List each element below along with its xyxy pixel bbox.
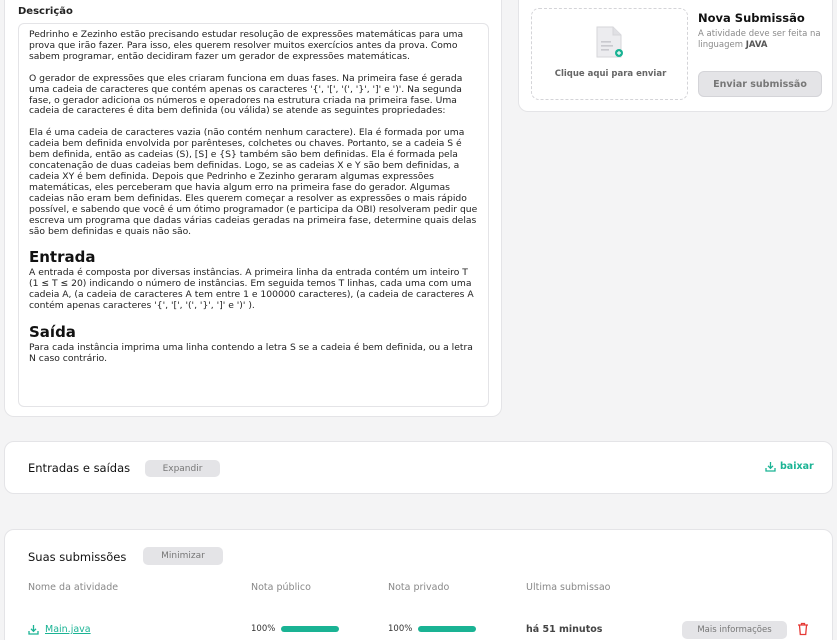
submissions-card: Suas submissões Minimizar Nome da ativid… — [4, 529, 833, 640]
file-add-icon — [596, 26, 623, 58]
description-paragraph: O gerador de expressões que eles criaram… — [29, 72, 463, 117]
input-heading: Entrada — [29, 248, 96, 267]
minimize-button[interactable]: Minimizar — [143, 547, 223, 565]
private-score-cell: 100% — [388, 624, 477, 634]
upload-dropzone[interactable]: Clique aqui para enviar — [531, 8, 688, 100]
private-score-bar — [418, 626, 477, 632]
submission-file-cell[interactable]: Main.java — [28, 624, 91, 635]
send-submission-button[interactable]: Enviar submissão — [698, 71, 822, 97]
private-score-text: 100% — [388, 624, 413, 634]
io-title: Entradas e saídas — [28, 461, 131, 475]
submission-title: Nova Submissão — [698, 11, 805, 25]
column-header-name: Nome da atividade — [28, 582, 119, 593]
output-heading: Saída — [29, 323, 76, 342]
more-info-button[interactable]: Mais informações — [682, 621, 787, 639]
upload-label: Clique aqui para enviar — [554, 69, 667, 79]
download-link[interactable]: baixar — [765, 461, 814, 472]
download-icon — [765, 462, 776, 472]
download-label: baixar — [780, 461, 814, 472]
new-submission-card: Clique aqui para enviar Nova Submissão A… — [518, 0, 833, 112]
input-text: A entrada é composta por diversas instân… — [29, 267, 474, 312]
column-header-last: Ultima submissao — [526, 582, 611, 593]
public-score-bar — [281, 626, 340, 632]
description-title: Descrição — [18, 6, 73, 17]
submission-language: JAVA — [745, 40, 768, 50]
column-header-private: Nota privado — [388, 582, 450, 593]
io-card: Entradas e saídas Expandir baixar — [4, 441, 833, 494]
submission-note: A atividade deve ser feita na linguagem … — [698, 29, 828, 51]
submissions-title: Suas submissões — [28, 550, 127, 564]
last-submission-cell: há 51 minutos — [526, 624, 603, 635]
submission-file-link[interactable]: Main.java — [45, 624, 91, 635]
description-paragraph: Pedrinho e Zezinho estão precisando estu… — [29, 29, 464, 62]
public-score-text: 100% — [251, 624, 276, 634]
trash-icon[interactable] — [797, 622, 809, 636]
description-card: Descrição Pedrinho e Zezinho estão preci… — [4, 0, 502, 417]
public-score-cell: 100% — [251, 624, 340, 634]
description-paragraph: Ela é uma cadeia de caracteres vazia (nã… — [29, 127, 478, 237]
output-text: Para cada instância imprima uma linha co… — [29, 342, 473, 364]
download-icon — [28, 625, 39, 635]
description-box: Pedrinho e Zezinho estão precisando estu… — [18, 23, 489, 407]
column-header-public: Nota público — [251, 582, 311, 593]
expand-button[interactable]: Expandir — [145, 460, 220, 477]
